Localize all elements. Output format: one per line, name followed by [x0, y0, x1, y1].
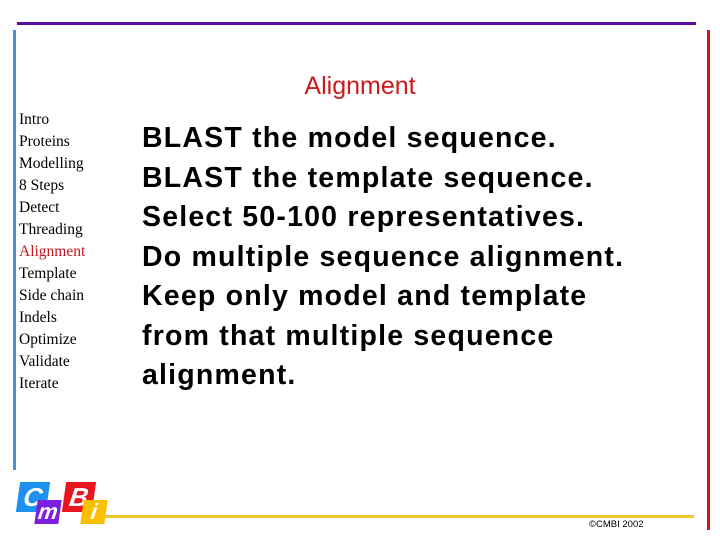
- logo-letter-i: i: [80, 499, 108, 524]
- cmbi-logo: C B m i: [14, 480, 108, 528]
- slide-body: BLAST the model sequence. BLAST the temp…: [142, 119, 624, 396]
- slide-title-text: Alignment: [304, 72, 416, 100]
- body-line: Do multiple sequence alignment.: [142, 240, 625, 273]
- nav-item-optimize[interactable]: Optimize: [19, 329, 85, 351]
- nav-item-alignment[interactable]: Alignment: [19, 241, 85, 263]
- top-rule: [17, 22, 696, 25]
- nav-item-detect[interactable]: Detect: [19, 197, 85, 219]
- bottom-rule: [102, 515, 694, 518]
- nav-item-proteins[interactable]: Proteins: [19, 131, 85, 153]
- body-line: alignment.: [142, 359, 297, 391]
- nav-item-8-steps[interactable]: 8 Steps: [19, 175, 85, 197]
- nav-item-side-chain[interactable]: Side chain: [19, 285, 85, 307]
- body-line: Keep only model and template: [142, 280, 588, 312]
- nav-item-threading[interactable]: Threading: [19, 219, 85, 241]
- logo-letter-m: m: [34, 499, 62, 524]
- nav-list: Intro Proteins Modelling 8 Steps Detect …: [19, 109, 85, 395]
- nav-item-iterate[interactable]: Iterate: [19, 373, 85, 395]
- nav-item-intro[interactable]: Intro: [19, 109, 85, 131]
- body-line: Select 50-100 representatives.: [142, 201, 586, 233]
- body-line: from that multiple sequence: [142, 319, 555, 352]
- nav-item-modelling[interactable]: Modelling: [19, 153, 85, 175]
- body-line: BLAST the template sequence.: [142, 161, 594, 194]
- nav-item-validate[interactable]: Validate: [19, 351, 85, 373]
- right-rule: [707, 30, 710, 530]
- copyright-notice: ©CMBI 2002: [589, 519, 644, 530]
- nav-item-template[interactable]: Template: [19, 263, 85, 285]
- slide-title: Alignment: [0, 72, 720, 101]
- body-line: BLAST the model sequence.: [142, 122, 557, 154]
- nav-item-indels[interactable]: Indels: [19, 307, 85, 329]
